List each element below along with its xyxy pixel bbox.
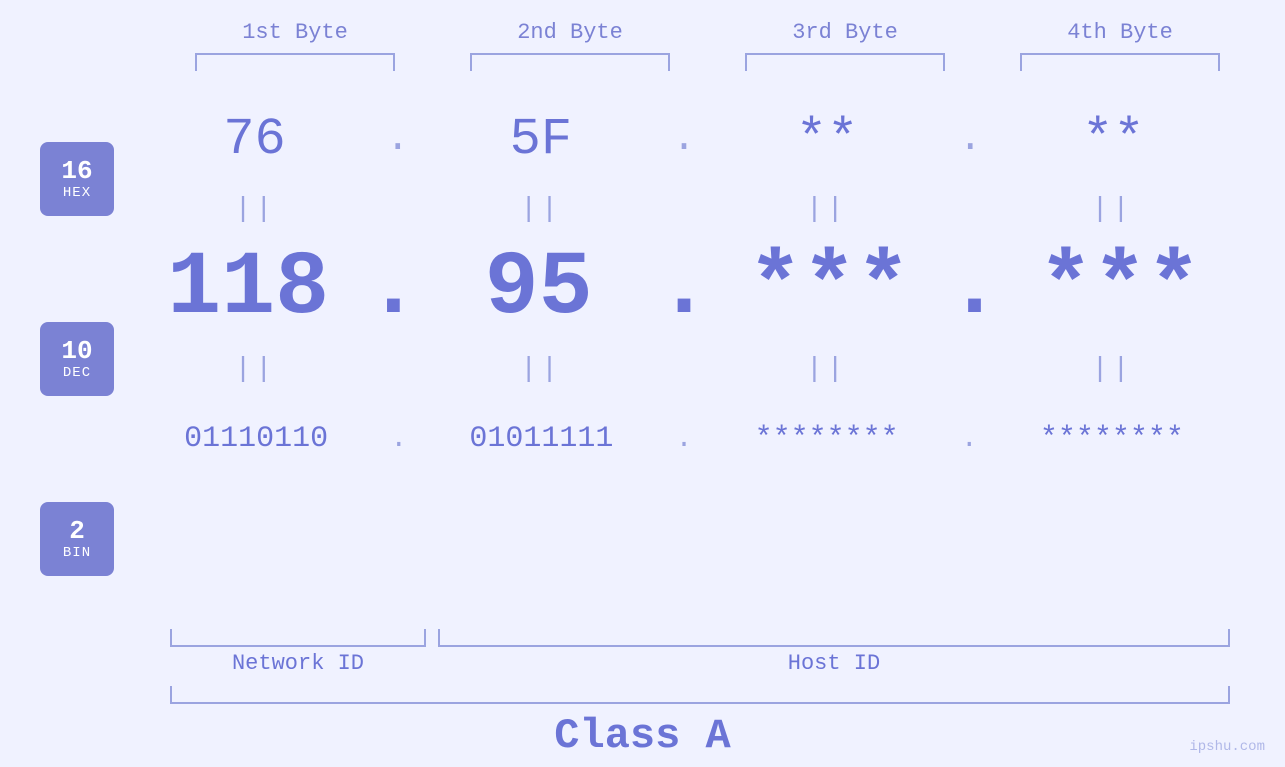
bin-b2-value: 01011111 bbox=[469, 422, 613, 456]
bin-b1-cell: 01110110 bbox=[146, 422, 366, 456]
class-label: Class A bbox=[0, 712, 1285, 760]
badge-dec-num: 10 bbox=[61, 337, 92, 366]
hex-dot-2: . bbox=[672, 117, 696, 162]
bracket-network-id bbox=[170, 629, 426, 647]
rows-area: 76 . 5F . ** . ** || || bbox=[134, 89, 1275, 489]
bin-b4-cell: ******** bbox=[1002, 422, 1222, 456]
hex-b1-cell: 76 bbox=[145, 110, 365, 169]
badge-hex-label: HEX bbox=[63, 185, 91, 201]
byte-headers: 1st Byte 2nd Byte 3rd Byte 4th Byte bbox=[158, 20, 1258, 45]
dec-b1-cell: 118 bbox=[138, 238, 358, 340]
hex-b2-value: 5F bbox=[510, 110, 572, 169]
dec-b3-value: *** bbox=[748, 238, 910, 340]
dec-b1-value: 118 bbox=[167, 238, 329, 340]
dec-b4-cell: *** bbox=[1010, 238, 1230, 340]
hex-row: 76 . 5F . ** . ** bbox=[134, 89, 1234, 189]
bin-b4-value: ******** bbox=[1040, 422, 1184, 456]
badges-column: 16 HEX 10 DEC 2 BIN bbox=[40, 89, 114, 629]
badge-bin-label: BIN bbox=[63, 545, 91, 561]
badge-dec: 10 DEC bbox=[40, 322, 114, 396]
byte-header-1: 1st Byte bbox=[185, 20, 405, 45]
badge-dec-label: DEC bbox=[63, 365, 91, 381]
bracket-full bbox=[170, 686, 1230, 704]
dec-b3-cell: *** bbox=[719, 238, 939, 340]
badge-hex: 16 HEX bbox=[40, 142, 114, 216]
dec-b4-value: *** bbox=[1039, 238, 1201, 340]
byte-header-3: 3rd Byte bbox=[735, 20, 955, 45]
sep-1-b1: || bbox=[145, 194, 365, 225]
bracket-top-2 bbox=[470, 53, 670, 71]
bottom-section: Network ID Host ID Class A bbox=[0, 629, 1285, 760]
hex-b4-value: ** bbox=[1082, 110, 1144, 169]
dec-dot-1: . bbox=[366, 222, 420, 357]
bin-row: 01110110 . 01011111 . ******** . *******… bbox=[134, 389, 1234, 489]
hex-dot-3: . bbox=[958, 117, 982, 162]
dec-row: 118 . 95 . *** . *** bbox=[134, 229, 1234, 349]
hex-b2-cell: 5F bbox=[431, 110, 651, 169]
hex-b3-cell: ** bbox=[717, 110, 937, 169]
byte-header-2: 2nd Byte bbox=[460, 20, 680, 45]
sep-1-b3: || bbox=[717, 194, 937, 225]
bin-b1-value: 01110110 bbox=[184, 422, 328, 456]
sep-2-b4: || bbox=[1002, 354, 1222, 385]
hex-b1-value: 76 bbox=[223, 110, 285, 169]
dec-b2-value: 95 bbox=[485, 238, 593, 340]
bin-dot-2: . bbox=[676, 424, 693, 455]
bottom-brackets bbox=[170, 629, 1230, 647]
hex-b3-value: ** bbox=[796, 110, 858, 169]
network-id-label: Network ID bbox=[170, 651, 426, 676]
bin-dot-1: . bbox=[390, 424, 407, 455]
bin-b2-cell: 01011111 bbox=[431, 422, 651, 456]
byte-header-4: 4th Byte bbox=[1010, 20, 1230, 45]
sep-1-b4: || bbox=[1002, 194, 1222, 225]
top-brackets bbox=[158, 53, 1258, 71]
badge-bin: 2 BIN bbox=[40, 502, 114, 576]
id-labels: Network ID Host ID bbox=[170, 651, 1230, 676]
sep-2-b1: || bbox=[145, 354, 365, 385]
sep-2-b2: || bbox=[431, 354, 651, 385]
bracket-top-3 bbox=[745, 53, 945, 71]
dec-dot-2: . bbox=[657, 222, 711, 357]
badge-bin-num: 2 bbox=[69, 517, 85, 546]
dec-dot-3: . bbox=[947, 222, 1001, 357]
sep-2-b3: || bbox=[717, 354, 937, 385]
main-container: 1st Byte 2nd Byte 3rd Byte 4th Byte 16 H… bbox=[0, 0, 1285, 767]
bin-b3-cell: ******** bbox=[717, 422, 937, 456]
sep-1-b2: || bbox=[431, 194, 651, 225]
watermark: ipshu.com bbox=[1189, 739, 1265, 755]
dec-b2-cell: 95 bbox=[429, 238, 649, 340]
bin-dot-3: . bbox=[961, 424, 978, 455]
bracket-top-4 bbox=[1020, 53, 1220, 71]
bracket-host-id bbox=[438, 629, 1230, 647]
hex-dot-1: . bbox=[386, 117, 410, 162]
host-id-label: Host ID bbox=[438, 651, 1230, 676]
bracket-top-1 bbox=[195, 53, 395, 71]
bin-b3-value: ******** bbox=[755, 422, 899, 456]
content-area: 16 HEX 10 DEC 2 BIN 76 . 5F bbox=[0, 89, 1285, 629]
hex-b4-cell: ** bbox=[1003, 110, 1223, 169]
sep-row-2: || || || || bbox=[134, 349, 1234, 389]
badge-hex-num: 16 bbox=[61, 157, 92, 186]
